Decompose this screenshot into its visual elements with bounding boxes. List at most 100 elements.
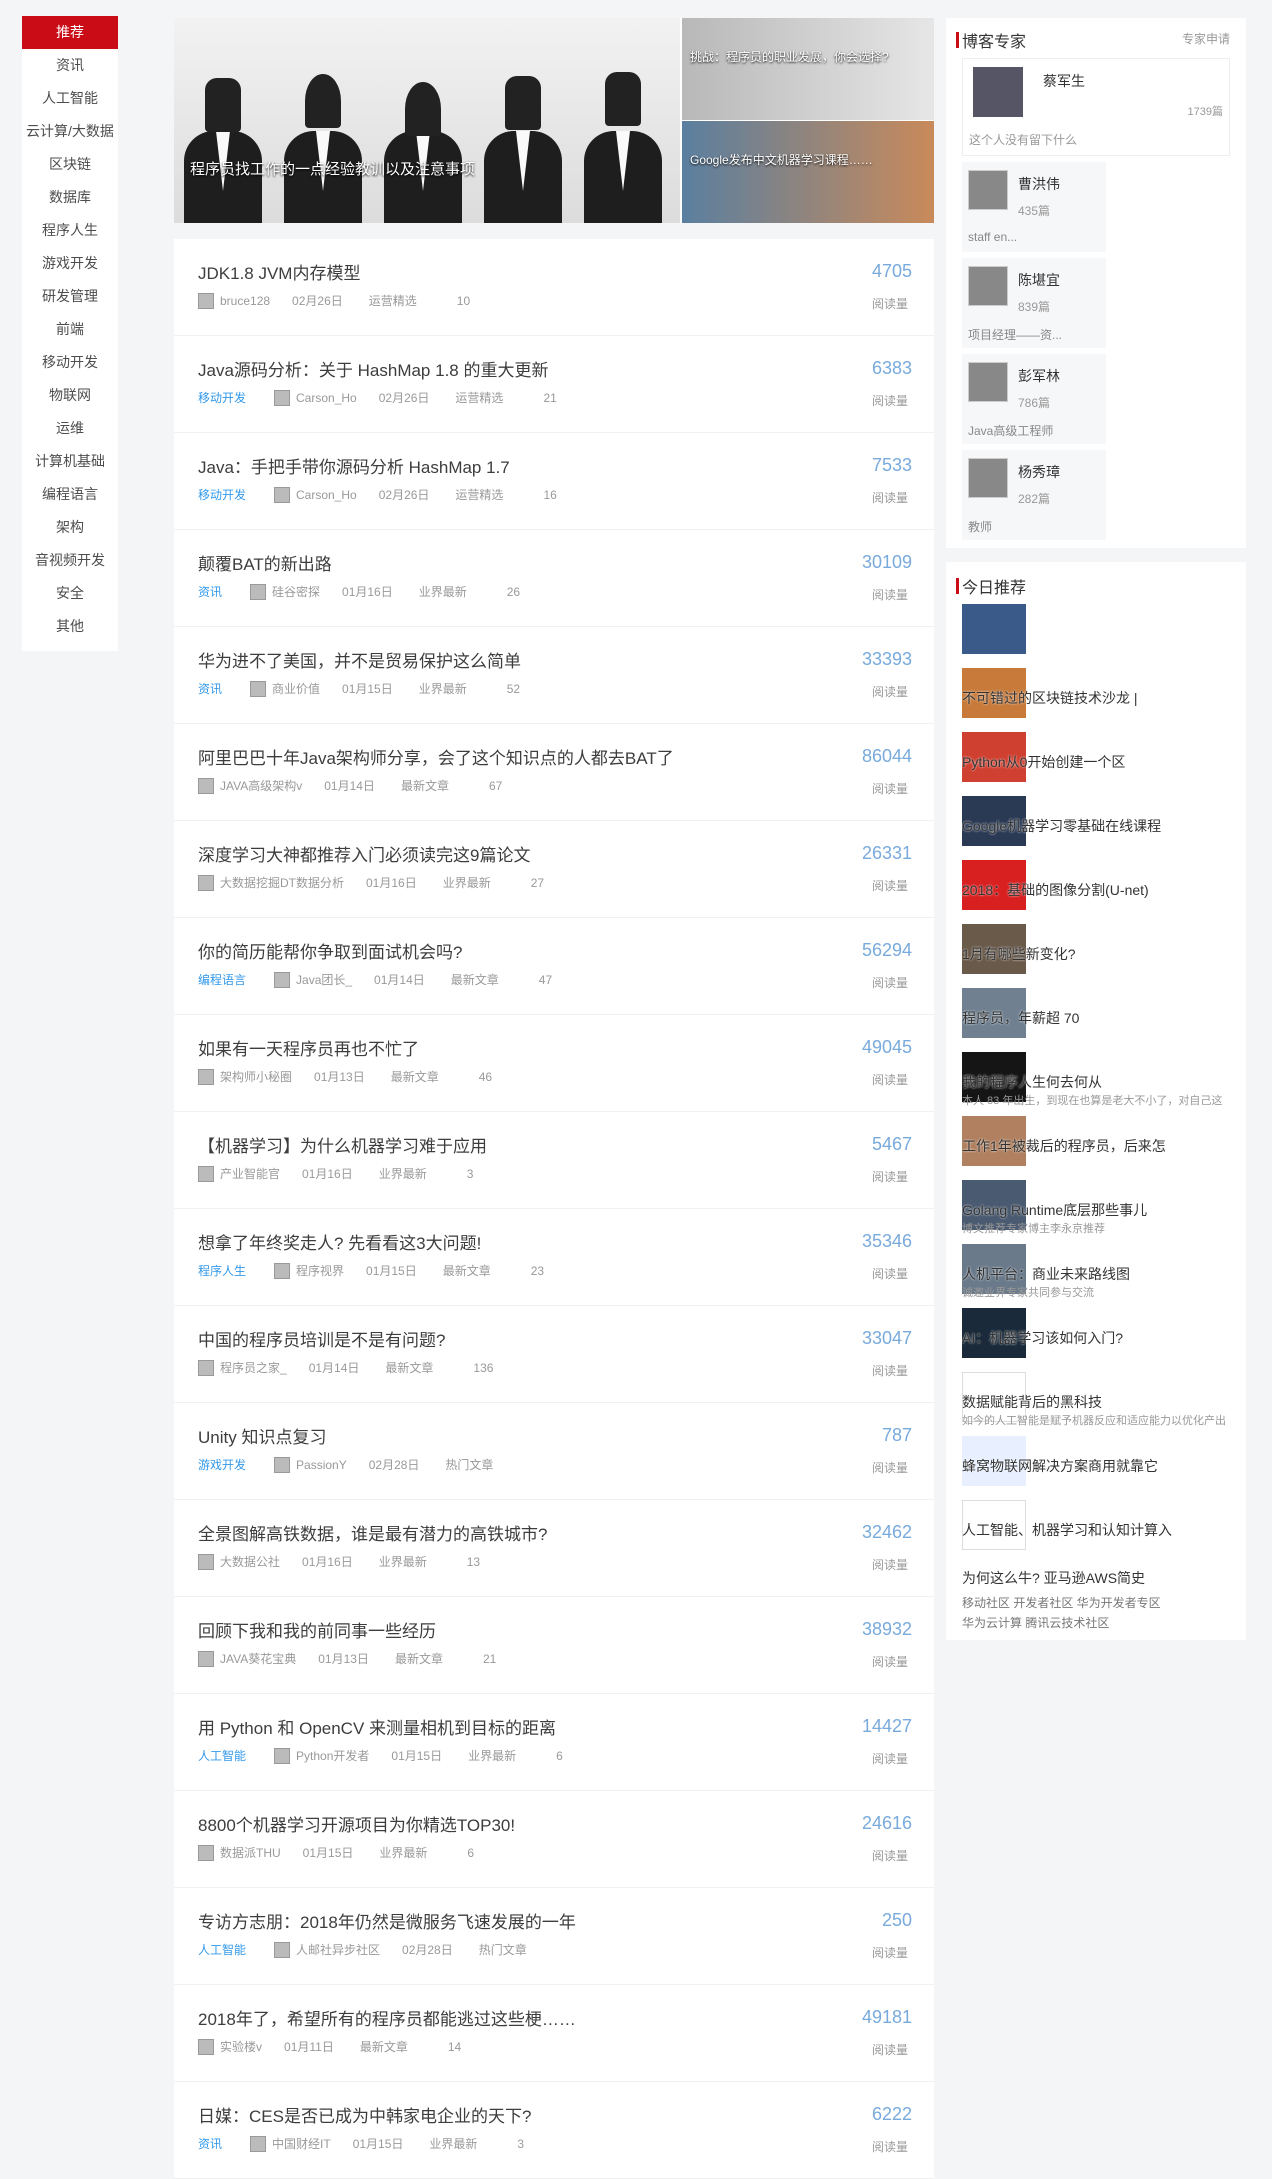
recommend-title[interactable]: 程序员，年薪超 70 xyxy=(962,1008,1079,1028)
article-title[interactable]: 颠覆BAT的新出路 xyxy=(198,550,332,575)
nav-item[interactable]: 数据库 xyxy=(22,181,118,214)
article-row[interactable]: 专访方志朋：2018年仍然是微服务飞速发展的一年 人工智能 人邮社异步社区 02月28… xyxy=(174,1888,934,1985)
author-avatar[interactable] xyxy=(198,874,214,891)
author-avatar[interactable] xyxy=(198,1068,214,1085)
article-title[interactable]: 你的简历能帮你争取到面试机会吗? xyxy=(198,938,462,963)
nav-item[interactable]: 云计算/大数据 xyxy=(22,115,118,148)
author-avatar[interactable] xyxy=(250,680,267,697)
article-category[interactable]: 资讯 xyxy=(198,680,222,697)
article-title[interactable]: 如果有一天程序员再也不忙了 xyxy=(198,1035,419,1060)
author-avatar[interactable] xyxy=(274,1262,291,1279)
recommend-item[interactable]: Google机器学习零基础在线课程 xyxy=(962,796,1246,860)
article-author[interactable]: 实验楼v xyxy=(220,2038,262,2055)
article-author[interactable]: JAVA高级架构v xyxy=(220,777,302,794)
nav-item[interactable]: 音视频开发 xyxy=(22,544,118,577)
article-row[interactable]: 【机器学习】为什么机器学习难于应用 产业智能官 01月16日 业界最新 3 5467 阅读量 xyxy=(174,1112,934,1209)
recommend-title[interactable]: AI：机器学习该如何入门? xyxy=(962,1328,1123,1348)
expert-card[interactable]: 杨秀璋 282篇 教师 xyxy=(962,450,1106,540)
nav-item[interactable]: 架构 xyxy=(22,511,118,544)
article-author[interactable]: 人邮社异步社区 xyxy=(296,1941,380,1958)
article-author[interactable]: bruce128 xyxy=(220,294,270,308)
nav-item[interactable]: 物联网 xyxy=(22,379,118,412)
recommend-item[interactable]: 工作1年被裁后的程序员，后来怎 xyxy=(962,1116,1246,1180)
author-avatar[interactable] xyxy=(274,1456,291,1473)
article-author[interactable]: 中国财经IT xyxy=(272,2135,331,2152)
article-author[interactable]: Carson_Ho xyxy=(296,488,357,502)
recommend-item[interactable]: 我的程序人生何去何从 本人 83 年出生，到现在也算是老大不小了，对自己这 xyxy=(962,1052,1246,1116)
article-row[interactable]: 8800个机器学习开源项目为你精选TOP30! 数据派THU 01月15日 业界最新 6… xyxy=(174,1791,934,1888)
article-title[interactable]: 中国的程序员培训是不是有问题? xyxy=(198,1326,445,1351)
community-links[interactable]: 移动社区 开发者社区 华为开发者专区 xyxy=(962,1594,1161,1611)
article-author[interactable]: 程序视界 xyxy=(296,1262,344,1279)
featured-expert[interactable]: 蔡军生 1739篇 这个人没有留下什么 xyxy=(962,58,1230,156)
author-avatar[interactable] xyxy=(274,971,291,988)
expert-card[interactable]: 曹洪伟 435篇 staff en... xyxy=(962,162,1106,252)
article-title[interactable]: 专访方志朋：2018年仍然是微服务飞速发展的一年 xyxy=(198,1908,576,1933)
article-category[interactable]: 人工智能 xyxy=(198,1747,246,1764)
author-avatar[interactable] xyxy=(274,1747,291,1764)
article-title[interactable]: 用 Python 和 OpenCV 来测量相机到目标的距离 xyxy=(198,1714,556,1739)
recommend-item[interactable]: 蜂窝物联网解决方案商用就靠它 xyxy=(962,1436,1246,1500)
author-avatar[interactable] xyxy=(198,777,214,794)
article-title[interactable]: Unity 知识点复习 xyxy=(198,1423,326,1448)
article-title[interactable]: JDK1.8 JVM内存模型 xyxy=(198,259,360,284)
recommend-title[interactable]: 1月有哪些新变化? xyxy=(962,944,1076,964)
article-row[interactable]: 阿里巴巴十年Java架构师分享，会了这个知识点的人都去BAT了 JAVA高级架构v… xyxy=(174,724,934,821)
article-title[interactable]: 想拿了年终奖走人? 先看看这3大问题! xyxy=(198,1229,481,1254)
article-row[interactable]: Unity 知识点复习 游戏开发 PassionY 02月28日 热门文章 787 阅读量 xyxy=(174,1403,934,1500)
author-avatar[interactable] xyxy=(198,1553,214,1570)
author-avatar[interactable] xyxy=(250,583,267,600)
article-title[interactable]: Java源码分析：关于 HashMap 1.8 的重大更新 xyxy=(198,356,548,381)
ad-link[interactable]: 为何这么牛? 亚马逊AWS简史 xyxy=(962,1568,1145,1588)
recommend-title[interactable]: 不可错过的区块链技术沙龙 | xyxy=(962,688,1138,708)
article-author[interactable]: 架构师小秘圈 xyxy=(220,1068,292,1085)
nav-item[interactable]: 移动开发 xyxy=(22,346,118,379)
article-row[interactable]: 回顾下我和我的前同事一些经历 JAVA葵花宝典 01月13日 最新文章 21 38932 阅… xyxy=(174,1597,934,1694)
community-links[interactable]: 华为云计算 腾讯云技术社区 xyxy=(962,1614,1109,1631)
article-category[interactable]: 资讯 xyxy=(198,583,222,600)
recommend-item[interactable]: 2018：基础的图像分割(U-net) xyxy=(962,860,1246,924)
article-row[interactable]: 如果有一天程序员再也不忙了 架构师小秘圈 01月13日 最新文章 46 49045 阅读量 xyxy=(174,1015,934,1112)
article-author[interactable]: PassionY xyxy=(296,1458,347,1472)
recommend-title[interactable]: 我的程序人生何去何从 xyxy=(962,1072,1102,1092)
article-category[interactable]: 移动开发 xyxy=(198,486,246,503)
article-row[interactable]: JDK1.8 JVM内存模型 bruce128 02月26日 运营精选 10 4705 阅读… xyxy=(174,239,934,336)
recommend-title[interactable]: 人工智能、机器学习和认知计算入 xyxy=(962,1520,1172,1540)
article-row[interactable]: 用 Python 和 OpenCV 来测量相机到目标的距离 人工智能 Python开… xyxy=(174,1694,934,1791)
recommend-item[interactable]: 人机平台：商业未来路线图 诚邀业界专家共同参与交流 xyxy=(962,1244,1246,1308)
article-row[interactable]: Java源码分析：关于 HashMap 1.8 的重大更新 移动开发 Carson_… xyxy=(174,336,934,433)
article-author[interactable]: 产业智能官 xyxy=(220,1165,280,1182)
author-avatar[interactable] xyxy=(274,1941,291,1958)
article-title[interactable]: 全景图解高铁数据，谁是最有潜力的高铁城市? xyxy=(198,1520,547,1545)
article-title[interactable]: 阿里巴巴十年Java架构师分享，会了这个知识点的人都去BAT了 xyxy=(198,744,674,769)
article-category[interactable]: 编程语言 xyxy=(198,971,246,988)
article-title[interactable]: 回顾下我和我的前同事一些经历 xyxy=(198,1617,436,1642)
nav-item[interactable]: 运维 xyxy=(22,412,118,445)
recommend-title[interactable]: 2018：基础的图像分割(U-net) xyxy=(962,880,1149,900)
nav-item[interactable]: 推荐 xyxy=(22,16,118,49)
expert-card[interactable]: 彭军林 786篇 Java高级工程师 xyxy=(962,354,1106,444)
recommend-item[interactable]: Python从0开始创建一个区 xyxy=(962,732,1246,796)
article-title[interactable]: 日媒：CES是否已成为中韩家电企业的天下? xyxy=(198,2102,531,2127)
nav-item[interactable]: 其他 xyxy=(22,610,118,643)
article-author[interactable]: 程序员之家_ xyxy=(220,1359,287,1376)
article-row[interactable]: 2018年了，希望所有的程序员都能逃过这些梗…… 实验楼v 01月11日 最新文章 14… xyxy=(174,1985,934,2082)
author-avatar[interactable] xyxy=(250,2135,267,2152)
recommend-title[interactable]: Python从0开始创建一个区 xyxy=(962,752,1125,772)
article-row[interactable]: 想拿了年终奖走人? 先看看这3大问题! 程序人生 程序视界 01月15日 最新文章 23 3… xyxy=(174,1209,934,1306)
article-title[interactable]: 【机器学习】为什么机器学习难于应用 xyxy=(198,1132,487,1157)
recommend-title[interactable]: 工作1年被裁后的程序员，后来怎 xyxy=(962,1136,1166,1156)
article-author[interactable]: 数据派THU xyxy=(220,1844,281,1861)
recommend-title[interactable]: 数据赋能背后的黑科技 xyxy=(962,1392,1102,1412)
recommend-item[interactable]: 不可错过的区块链技术沙龙 | xyxy=(962,668,1246,732)
article-title[interactable]: Java：手把手带你源码分析 HashMap 1.7 xyxy=(198,453,510,478)
recommend-title[interactable]: 蜂窝物联网解决方案商用就靠它 xyxy=(962,1456,1158,1476)
article-row[interactable]: 颠覆BAT的新出路 资讯 硅谷密探 01月16日 业界最新 26 30109 阅读量 xyxy=(174,530,934,627)
recommend-title[interactable]: 人机平台：商业未来路线图 xyxy=(962,1264,1130,1284)
article-category[interactable]: 移动开发 xyxy=(198,389,246,406)
nav-item[interactable]: 资讯 xyxy=(22,49,118,82)
expert-apply-link[interactable]: 专家申请 xyxy=(1182,30,1230,47)
article-row[interactable]: 你的简历能帮你争取到面试机会吗? 编程语言 Java团长_ 01月14日 最新文章 47 5… xyxy=(174,918,934,1015)
recommend-item[interactable]: 1月有哪些新变化? xyxy=(962,924,1246,988)
recommend-title[interactable]: Google机器学习零基础在线课程 xyxy=(962,816,1161,836)
